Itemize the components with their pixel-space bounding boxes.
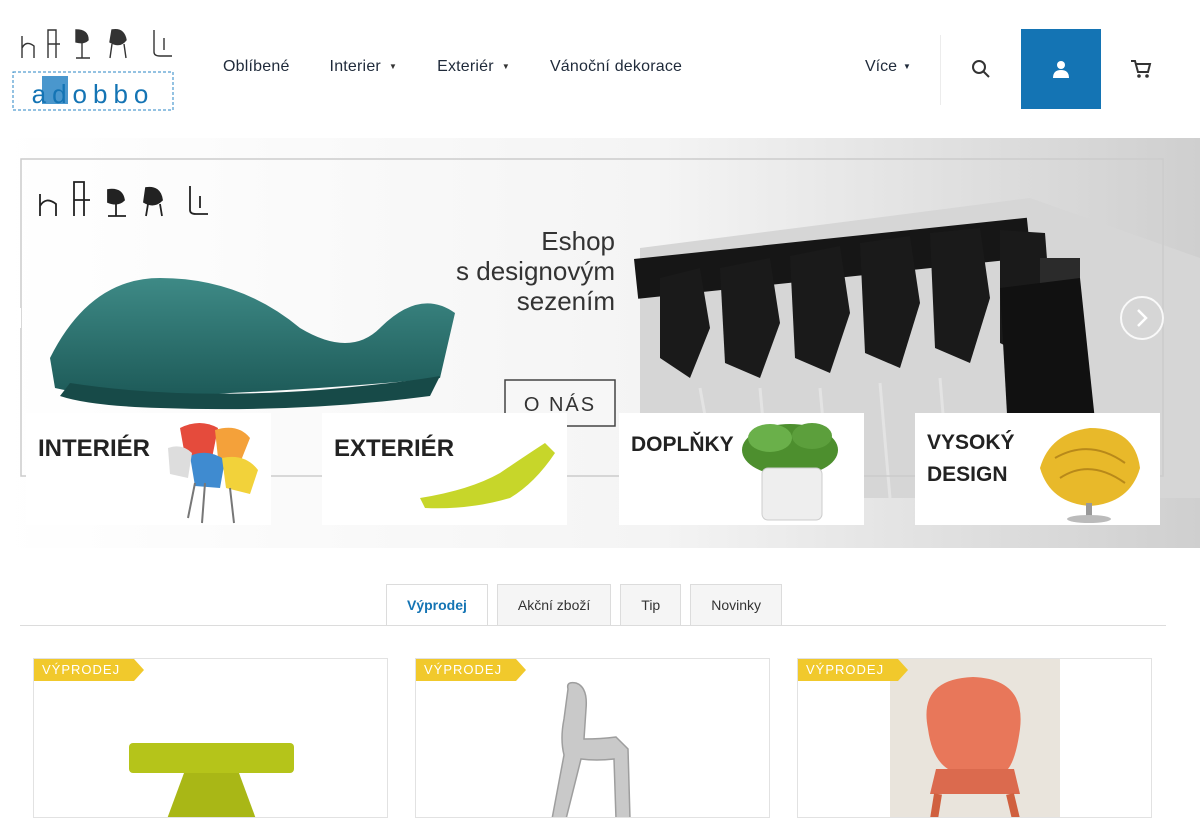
search-icon [972,60,990,78]
search-button[interactable] [941,29,1021,109]
nav-item-label: Vánoční dekorace [549,58,683,75]
main-nav: Oblíbené Interier ▼ Exteriér ▼ Vánoční dek… [203,58,702,76]
sale-badge: VÝPRODEJ [798,659,909,681]
product-image [129,743,294,817]
category-label-line1: VYSOKÝ [927,430,1015,454]
product-image [551,681,631,817]
sale-badge: VÝPRODEJ [34,659,145,681]
product-image [890,659,1060,817]
tabs-divider [20,625,1166,626]
product-tabs: Výprodej Akční zboží Tip Novinky [386,584,791,626]
tab-vyprodej[interactable]: Výprodej [386,584,488,626]
user-icon [1053,61,1069,78]
category-tile-interier[interactable]: INTERIÉR [26,413,271,525]
chevron-down-icon: ▼ [501,62,510,72]
logo-wordmark: adobbo [32,79,155,109]
nav-more-label: Více [865,58,898,75]
category-tile-doplnky[interactable]: DOPLŇKY [619,413,864,525]
tab-label: Akční zboží [517,597,591,613]
product-card[interactable]: VÝPRODEJ [797,658,1152,818]
hero-slogan-line1: Eshop [541,226,615,256]
login-button[interactable] [1021,29,1101,109]
about-button-label: O NÁS [524,393,596,416]
chevron-right-icon [1137,309,1148,327]
nav-more[interactable]: Více ▼ [865,58,911,76]
nav-item-interier[interactable]: Interier ▼ [310,58,418,76]
nav-item-oblibene[interactable]: Oblíbené [203,58,310,76]
cart-button[interactable] [1101,29,1181,109]
tab-akcni-zbozi[interactable]: Akční zboží [496,584,612,626]
category-label: EXTERIÉR [334,434,454,462]
nav-item-label: Interier [329,58,381,75]
site-logo[interactable]: adobbo [12,26,174,116]
cart-icon [1131,60,1152,78]
hero-banner[interactable]: Eshop s designovým sezením O NÁS INTERIÉ… [0,138,1200,548]
category-label: DOPLŇKY [631,432,734,456]
tab-label: Novinky [711,597,762,613]
category-tile-vysoky-design[interactable]: VYSOKÝ DESIGN [915,413,1160,525]
category-label-line2: DESIGN [927,463,1008,486]
slider-next-button[interactable] [1120,296,1164,340]
nav-item-label: Oblíbené [223,58,290,75]
category-tile-exterier[interactable]: EXTERIÉR [322,413,567,525]
hero-slogan-line3: sezením [517,286,615,316]
nav-item-vanocni-dekorace[interactable]: Vánoční dekorace [530,58,702,76]
category-label: INTERIÉR [38,434,150,462]
product-card[interactable]: VÝPRODEJ [33,658,388,818]
site-header: adobbo Oblíbené Interier ▼ Exteriér ▼ Váno… [0,0,1200,138]
sale-badge: VÝPRODEJ [416,659,527,681]
tab-tip[interactable]: Tip [620,584,682,626]
tab-label: Výprodej [407,597,467,613]
tab-novinky[interactable]: Novinky [690,584,783,626]
nav-item-label: Exteriér [437,58,494,75]
slider-prev-edge [18,308,21,328]
chevron-down-icon: ▼ [388,62,398,72]
tab-label: Tip [641,597,661,613]
product-card[interactable]: VÝPRODEJ [415,658,770,818]
nav-item-exterier[interactable]: Exteriér ▼ [417,58,530,76]
hero-slogan-line2: s designovým [456,256,615,286]
chevron-down-icon: ▼ [903,62,911,72]
